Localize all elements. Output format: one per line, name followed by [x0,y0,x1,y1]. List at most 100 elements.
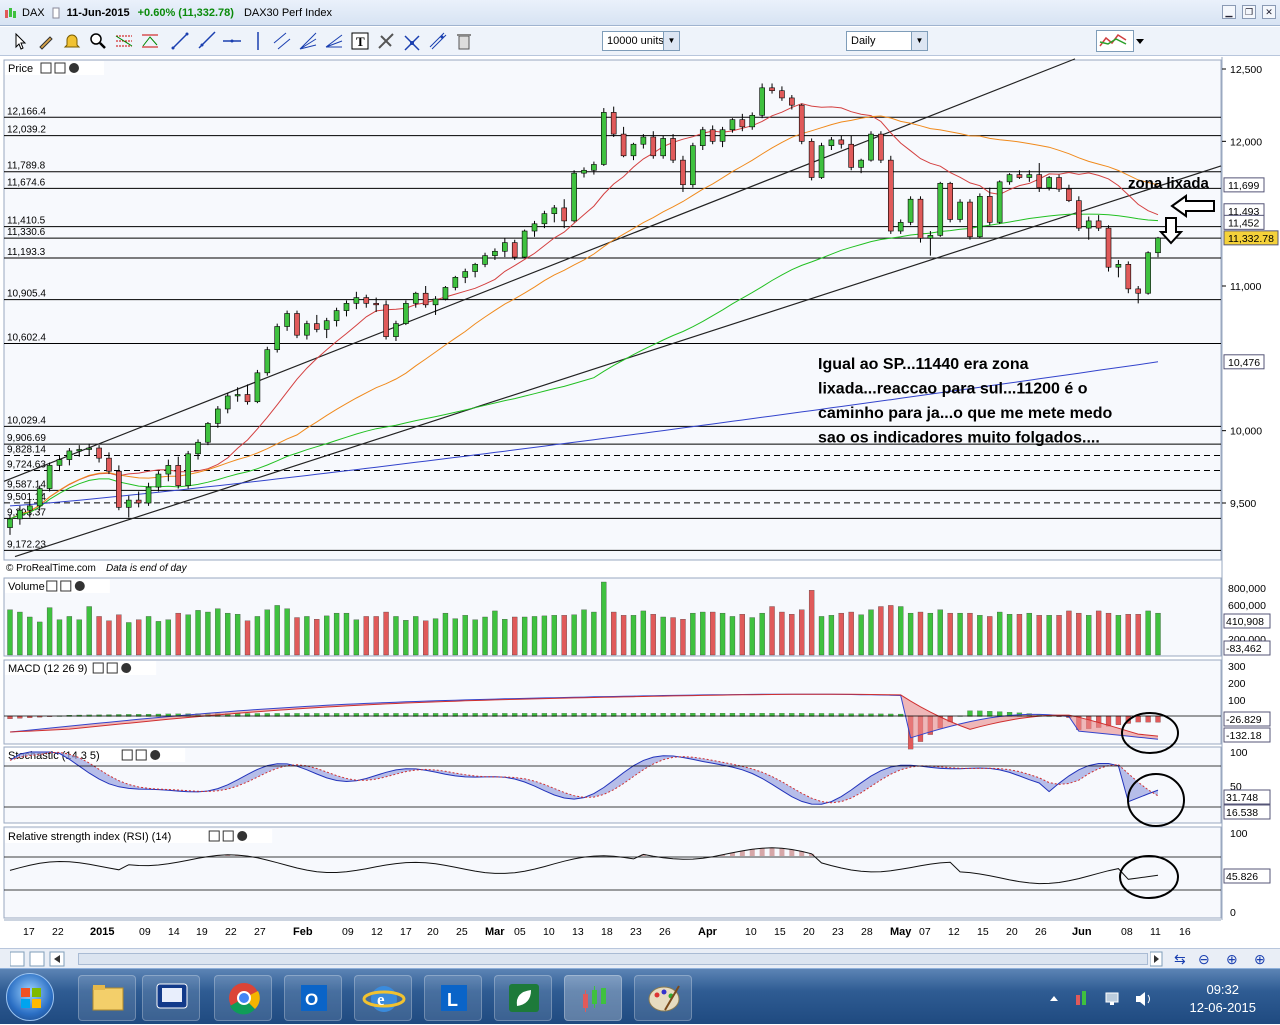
volume-bar[interactable] [76,619,82,656]
retracement-icon[interactable] [140,31,160,51]
candle-body[interactable] [36,488,43,507]
volume-bar[interactable] [710,611,716,656]
volume-bar[interactable] [937,609,943,656]
volume-bar[interactable] [749,617,755,656]
volume-bar[interactable] [1056,615,1062,656]
volume-bar[interactable] [977,615,983,656]
volume-bar[interactable] [769,606,775,656]
volume-bar[interactable] [462,615,468,656]
volume-bar[interactable] [413,616,419,656]
volume-bar[interactable] [56,619,63,656]
candle-body[interactable] [937,182,944,236]
candle-body[interactable] [769,87,775,92]
volume-bar[interactable] [828,615,835,656]
candle-body[interactable] [215,408,221,424]
candle-body[interactable] [313,323,320,330]
volume-bar[interactable] [472,619,478,656]
properties-icon[interactable] [121,749,133,761]
zoom-icon[interactable] [88,31,108,51]
volume-bar[interactable] [591,611,597,656]
taskbar-outlook[interactable]: O [284,975,342,1021]
volume-bar[interactable] [1125,614,1131,656]
candle-body[interactable] [403,303,409,324]
prorealtime-tray-icon[interactable] [1076,991,1086,1005]
candle-body[interactable] [680,159,686,186]
taskbar-green-app[interactable] [494,975,552,1021]
volume-bar[interactable] [907,612,914,656]
volume-bar[interactable] [175,612,181,656]
volume-bar[interactable] [1046,615,1052,656]
text-icon[interactable]: T [350,31,370,51]
properties-icon[interactable] [40,62,52,74]
system-clock[interactable]: 09:32 12-06-2015 [1190,981,1257,1017]
chart-area[interactable]: 12,166.4 12,039.2 11,789.8 11,674.6 11,410.5… [0,57,1280,948]
candle-body[interactable] [690,145,696,186]
volume-bar[interactable] [27,616,33,656]
volume-bar[interactable] [215,608,221,656]
volume-bar[interactable] [561,615,567,656]
candle-body[interactable] [660,138,666,157]
volume-bar[interactable] [195,610,201,656]
candle-body[interactable] [363,297,370,304]
properties-icon[interactable] [208,830,220,842]
candle-body[interactable] [610,112,617,135]
volume-bar[interactable] [670,617,676,656]
close-panel-icon[interactable] [237,831,248,841]
volume-bar[interactable] [7,609,13,656]
volume-bar[interactable] [947,612,953,656]
candle-body[interactable] [1076,200,1082,229]
volume-bar[interactable] [46,607,53,656]
pencil-icon[interactable] [36,31,56,51]
properties-icon[interactable] [92,662,104,674]
candle-body[interactable] [66,450,73,460]
volume-bar[interactable] [799,609,805,656]
volume-bar[interactable] [294,617,300,656]
volume-bar[interactable] [254,616,261,656]
candle-body[interactable] [1125,264,1132,290]
units-select[interactable]: 10000 units ▼ [602,31,680,51]
candle-body[interactable] [284,313,290,327]
volume-bar[interactable] [739,614,745,656]
candle-body[interactable] [858,159,864,168]
chevron-down-icon[interactable] [1134,30,1146,52]
volume-bar[interactable] [353,619,360,656]
channel-icon[interactable] [272,31,292,51]
candle-body[interactable] [17,509,23,520]
volume-bar[interactable] [997,611,1003,656]
candle-body[interactable] [878,133,884,161]
candle-body[interactable] [452,277,459,288]
candle-body[interactable] [779,90,785,99]
volume-bar[interactable] [878,606,884,656]
volume-bar[interactable] [205,611,211,656]
candle-body[interactable] [86,447,92,450]
scroll-track[interactable] [78,953,1148,965]
volume-bar[interactable] [858,614,864,656]
volume-bar[interactable] [848,611,854,656]
candle-body[interactable] [96,447,102,459]
candle-body[interactable] [1105,227,1112,268]
volume-bar[interactable] [155,621,162,656]
candle-body[interactable] [442,287,449,300]
candle-body[interactable] [808,141,815,178]
candle-body[interactable] [492,250,498,256]
show-hidden-icons-icon[interactable] [1050,996,1058,1001]
volume-bar[interactable] [1036,615,1042,656]
volume-bar[interactable] [185,614,191,656]
candle-body[interactable] [46,465,53,489]
volume-bar[interactable] [1155,612,1161,656]
candle-body[interactable] [1006,174,1013,183]
candle-body[interactable] [304,323,310,336]
volume-bar[interactable] [987,616,993,656]
candle-body[interactable] [650,136,657,157]
maximize-icon[interactable] [222,830,234,842]
volume-bar[interactable] [808,590,815,656]
taskbar-app[interactable] [142,975,200,1021]
candle-body[interactable] [947,182,953,220]
candle-body[interactable] [56,459,63,466]
candle-body[interactable] [1095,220,1102,229]
candle-body[interactable] [224,395,231,410]
fan-icon[interactable] [298,31,318,51]
volume-bar[interactable] [630,615,637,656]
candle-body[interactable] [531,223,538,232]
volume-bar[interactable] [1026,612,1032,656]
